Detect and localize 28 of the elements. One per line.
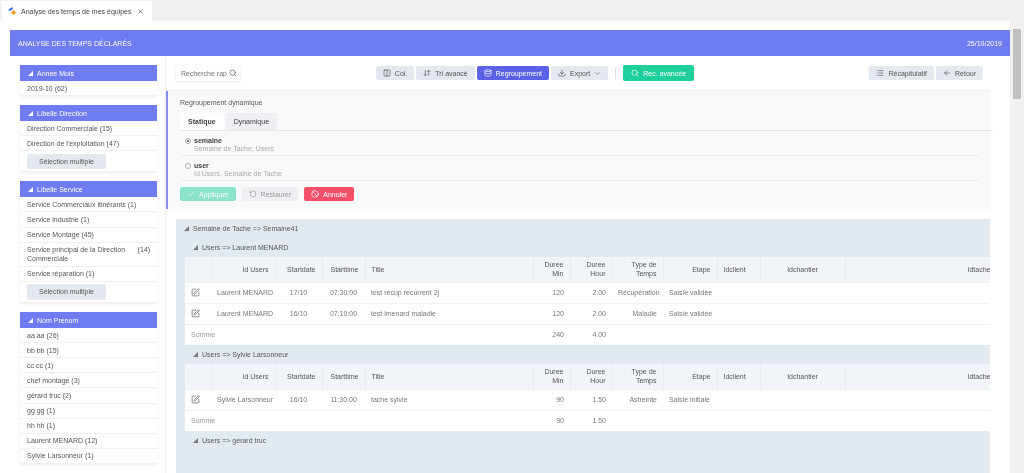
sort-icon — [423, 69, 432, 77]
radio-button[interactable] — [185, 163, 191, 169]
caret-icon — [193, 245, 198, 250]
list-icon — [876, 69, 885, 77]
app-logo-icon — [8, 7, 16, 15]
radio-button[interactable] — [185, 138, 191, 144]
edit-icon[interactable] — [191, 308, 200, 318]
caret-icon — [184, 226, 189, 231]
caret-icon — [28, 317, 33, 323]
ban-icon — [311, 190, 320, 198]
check-icon — [187, 190, 195, 198]
caret-icon — [28, 186, 33, 192]
search-icon — [631, 69, 640, 77]
arrow-left-icon — [943, 69, 951, 77]
undo-icon — [248, 190, 257, 198]
caret-icon — [193, 352, 198, 357]
download-icon — [558, 69, 566, 77]
caret-icon — [28, 70, 33, 76]
edit-icon[interactable] — [191, 394, 200, 404]
search-icon — [229, 69, 237, 77]
caret-icon — [28, 110, 33, 116]
close-icon[interactable] — [136, 7, 144, 15]
caret-icon — [594, 69, 602, 77]
edit-icon[interactable] — [191, 287, 200, 297]
columns-icon — [382, 69, 391, 77]
database-icon — [483, 69, 492, 77]
caret-icon — [193, 438, 198, 443]
scrollbar[interactable] — [1010, 21, 1024, 473]
